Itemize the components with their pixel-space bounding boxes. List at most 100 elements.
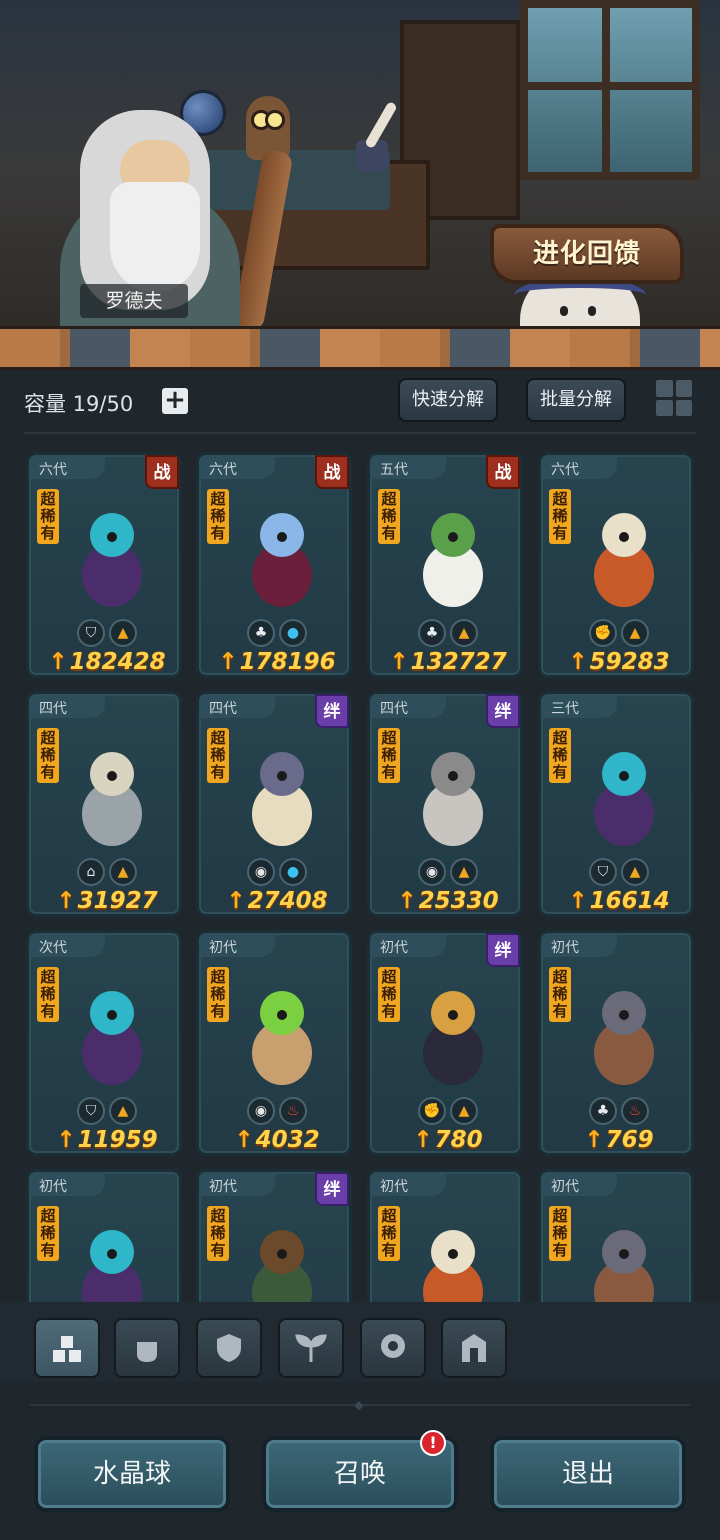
filter-shield-button[interactable]: [196, 1318, 262, 1378]
power-number: 16614: [589, 888, 670, 914]
crystal-ball-button[interactable]: 水晶球: [34, 1436, 230, 1512]
all-icon: [53, 1336, 81, 1362]
power-arrow-icon: ↑: [48, 649, 68, 675]
creature-card[interactable]: 四代超稀有绊 ◉ ▲ ↑25330: [367, 691, 523, 917]
spirit-icon: ◉: [418, 858, 446, 886]
rarity-badge: 超稀有: [207, 967, 229, 1022]
armored-rat-figure: [82, 752, 142, 846]
attribute-row: ◉ ▲: [370, 858, 520, 886]
rarity-badge: 超稀有: [37, 967, 59, 1022]
attribute-row: ◉ ♨: [199, 1097, 349, 1125]
creature-card[interactable]: 初代超稀有 ◉ ♨ ↑4032: [196, 930, 352, 1156]
creature-card[interactable]: 初代超稀有 绊: [196, 1169, 352, 1302]
power-number: 769: [605, 1127, 654, 1153]
filter-tower-button[interactable]: [441, 1318, 507, 1378]
power-value: ↑4032: [199, 1127, 349, 1153]
power-number: 178196: [239, 649, 336, 675]
power-arrow-icon: ↑: [56, 1127, 76, 1153]
earth-icon: ▲: [621, 619, 649, 647]
rarity-badge: 超稀有: [378, 489, 400, 544]
creature-card[interactable]: 初代超稀有: [26, 1169, 182, 1302]
filter-all-button[interactable]: [34, 1318, 100, 1378]
expand-capacity-button[interactable]: +: [162, 387, 188, 414]
hooded-blob-figure: [594, 513, 654, 607]
creature-card[interactable]: 初代超稀有 ♣ ♨ ↑769: [538, 930, 694, 1156]
exit-button[interactable]: 退出: [490, 1436, 686, 1512]
generation-label: 初代: [209, 1179, 237, 1195]
generation-label: 四代: [39, 701, 67, 717]
generation-label: 五代: [380, 462, 408, 478]
moss-troll-figure: [252, 1230, 312, 1302]
fist-icon: [137, 1342, 157, 1362]
npc-name-label: 罗德夫: [80, 284, 188, 318]
generation-label: 初代: [39, 1179, 67, 1195]
mech-lizard-figure: [252, 991, 312, 1085]
creature-eye: [619, 1249, 629, 1259]
filter-spirit-button[interactable]: [360, 1318, 426, 1378]
power-value: ↑780: [370, 1127, 520, 1153]
creature-card[interactable]: 四代超稀有绊 ◉ ● ↑27408: [196, 691, 352, 917]
creature-card[interactable]: 初代超稀有: [367, 1169, 523, 1302]
filter-fist-button[interactable]: [114, 1318, 180, 1378]
creature-eye: [448, 1010, 458, 1020]
filter-bar: [0, 1302, 720, 1382]
creature-card[interactable]: 五代超稀有战 ♣ ▲ ↑132727: [367, 452, 523, 678]
filter-sprout-button[interactable]: [278, 1318, 344, 1378]
attribute-row: ✊ ▲: [370, 1097, 520, 1125]
earth-icon: ▲: [450, 619, 478, 647]
rarity-badge: 超稀有: [549, 728, 571, 783]
grid-icon[interactable]: [654, 378, 694, 418]
rarity-badge: 超稀有: [207, 489, 229, 544]
grass-icon: ♣: [418, 619, 446, 647]
attribute-row: ♣ ▲: [370, 619, 520, 647]
grid-cell: [675, 380, 692, 397]
grid-cell: [656, 399, 673, 416]
creature-card[interactable]: 初代超稀有绊 ✊ ▲ ↑780: [367, 930, 523, 1156]
summon-button[interactable]: 召唤 !: [262, 1430, 458, 1512]
generation-label: 四代: [380, 701, 408, 717]
generation-label: 六代: [551, 462, 579, 478]
generation-label: 初代: [380, 940, 408, 956]
shield-icon: ⛉: [589, 858, 617, 886]
rarity-badge: 超稀有: [37, 489, 59, 544]
power-number: 132727: [410, 649, 507, 675]
creature-card[interactable]: 三代超稀有 ⛉ ▲ ↑16614: [538, 691, 694, 917]
dark-flower-girl-figure: [82, 513, 142, 607]
grass-icon: ♣: [247, 619, 275, 647]
evolution-reward-button[interactable]: 进化回馈: [490, 224, 684, 284]
earth-icon: ▲: [450, 858, 478, 886]
power-arrow-icon: ↑: [56, 888, 76, 914]
spirit-icon: ◉: [247, 1097, 275, 1125]
winged-beast-figure: [423, 752, 483, 846]
hooded-blob-figure: [423, 1230, 483, 1302]
divider-ornament: ◆: [354, 1398, 364, 1412]
creature-eye: [619, 1010, 629, 1020]
fist-icon: ✊: [589, 619, 617, 647]
creature-eye: [107, 771, 117, 781]
creature-card-grid[interactable]: 六代超稀有战 ⛉ ▲ ↑182428 六代超稀有战 ♣ ● ↑178196 五代超稀有战 ♣ ▲ ↑1…: [0, 446, 720, 1302]
creature-card[interactable]: 次代超稀有 ⛉ ▲ ↑11959: [26, 930, 182, 1156]
rock-golem-figure: [594, 1230, 654, 1302]
creature-eye: [448, 771, 458, 781]
creature-card[interactable]: 六代超稀有战 ♣ ● ↑178196: [196, 452, 352, 678]
quick-decompose-button[interactable]: 快速分解: [398, 378, 498, 422]
sea-serpent-figure: [252, 752, 312, 846]
attribute-row: ⛉ ▲: [29, 619, 179, 647]
generation-label: 初代: [380, 1179, 408, 1195]
creature-card[interactable]: 六代超稀有 ✊ ▲ ↑59283: [538, 452, 694, 678]
power-arrow-icon: ↑: [413, 1127, 433, 1153]
creature-card[interactable]: 六代超稀有战 ⛉ ▲ ↑182428: [26, 452, 182, 678]
creature-card[interactable]: 初代超稀有: [538, 1169, 694, 1302]
power-value: ↑16614: [541, 888, 691, 914]
batch-decompose-button[interactable]: 批量分解: [526, 378, 626, 422]
power-arrow-icon: ↑: [397, 888, 417, 914]
creature-eye: [619, 532, 629, 542]
rarity-badge: 超稀有: [378, 1206, 400, 1261]
rarity-badge: 超稀有: [549, 1206, 571, 1261]
creature-card[interactable]: 四代超稀有 ⌂ ▲ ↑31927: [26, 691, 182, 917]
creature-eye: [448, 1249, 458, 1259]
earth-icon: ▲: [109, 1097, 137, 1125]
attribute-row: ◉ ●: [199, 858, 349, 886]
power-arrow-icon: ↑: [218, 649, 238, 675]
bond-tag: 绊: [486, 694, 520, 728]
